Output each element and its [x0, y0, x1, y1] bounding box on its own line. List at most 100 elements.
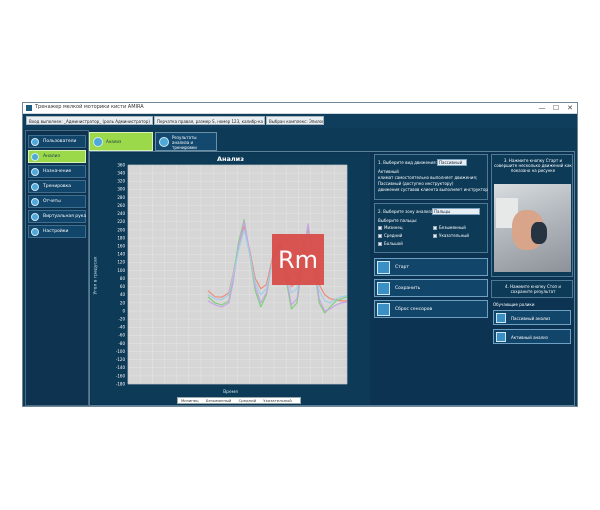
sidebar-item-assignment[interactable]: Назначение	[28, 165, 86, 178]
save-button[interactable]: Сохранить	[374, 279, 488, 297]
legend-item: Средний	[238, 398, 257, 403]
y-tick-label: -40	[118, 325, 125, 330]
y-tick-label: -60	[118, 333, 125, 338]
analysis-content: Анализ 360 340 320 300 280 260 240 220 200 180 160…	[89, 151, 575, 406]
mode-desc: климат самостоятельно выполняет движения…	[378, 175, 478, 180]
y-tick-label: -100	[116, 349, 126, 354]
sidebar-item-users[interactable]: Пользователи	[28, 135, 86, 148]
mode-title: Активный	[378, 169, 399, 174]
y-tick-label: 360	[117, 162, 125, 167]
mode-desc: движения суставов клиента выполняет инст…	[378, 187, 488, 192]
sidebar-item-analysis[interactable]: Анализ	[28, 150, 86, 163]
title-bar: Тренажер мелкой моторики кисти AMIRA — ☐…	[23, 103, 577, 114]
tab-label: Анализ	[106, 139, 122, 144]
results-icon	[159, 137, 169, 147]
button-label: Пассивный анализ	[511, 316, 551, 321]
device-info: Перчатка правая, размер S, номер 123, ка…	[154, 116, 265, 125]
mode-desc: Пассивный (доступно инструктору)	[378, 181, 454, 186]
legend-item: Мизинец	[181, 398, 199, 403]
y-tick-label: 60	[120, 284, 126, 289]
step1-label: 1. Выберите вид движения:	[378, 160, 437, 165]
sidebar: Пользователи Анализ Назначение Тренировк…	[25, 130, 89, 406]
finger-checkbox-pinky[interactable]: Мизинец	[378, 225, 403, 230]
sidebar-item-settings[interactable]: Настройки	[28, 225, 86, 238]
complex-info: Выбран комплекс: Эпилоги	[266, 116, 324, 125]
y-tick-label: 260	[117, 203, 125, 208]
info-bar: Вход выполнен: _Администратор_ (роль Адм…	[23, 114, 577, 128]
maximize-button[interactable]: ☐	[549, 103, 563, 113]
y-tick-label: -80	[118, 341, 125, 346]
finger-checkbox-thumb[interactable]: Большой	[378, 241, 403, 246]
y-tick-label: 120	[117, 260, 125, 265]
y-tick-label: 160	[117, 244, 125, 249]
analysis-zone-panel: 2. Выберите зону анализа: Пальцы Выберит…	[374, 203, 488, 253]
close-button[interactable]: ✕	[563, 103, 577, 113]
button-label: Активный анализ	[511, 335, 548, 340]
step2-label: 2. Выберите зону анализа:	[378, 209, 435, 214]
finger-checkbox-ring[interactable]: Безымянный	[433, 225, 466, 230]
settings-icon	[31, 228, 39, 236]
passive-analysis-button[interactable]: Пассивный анализ	[493, 310, 571, 325]
tab-bar: Анализ Результаты анализа и тренировки	[89, 132, 575, 151]
y-tick-label: 0	[122, 308, 125, 313]
button-label: Сброс сенсоров	[395, 307, 433, 312]
reset-sensors-button[interactable]: Сброс сенсоров	[374, 300, 488, 318]
y-tick-label: 300	[117, 187, 125, 192]
sidebar-item-reports[interactable]: Отчеты	[28, 195, 86, 208]
window-title: Тренажер мелкой моторики кисти AMIRA	[35, 104, 144, 110]
sidebar-item-virtual-hand[interactable]: Виртуальная рука	[28, 210, 86, 223]
sidebar-item-label: Тренировка	[43, 184, 71, 189]
finger-checkbox-middle[interactable]: Средний	[378, 233, 402, 238]
sidebar-item-label: Пользователи	[43, 139, 77, 144]
start-button[interactable]: Старт	[374, 258, 488, 276]
reset-icon	[377, 303, 390, 316]
y-tick-label: 240	[117, 211, 125, 216]
y-tick-label: 20	[120, 300, 126, 305]
y-tick-label: 140	[117, 252, 125, 257]
fingers-label: Выберите пальцы:	[378, 218, 418, 223]
active-analysis-button[interactable]: Активный анализ	[493, 329, 571, 344]
watermark-logo: Rm	[272, 234, 324, 285]
watermark-text: Rm	[277, 246, 319, 274]
sidebar-item-label: Анализ	[43, 154, 60, 159]
sidebar-item-label: Настройки	[43, 229, 69, 234]
sidebar-item-label: Отчеты	[43, 199, 61, 204]
sidebar-item-label: Назначение	[43, 169, 72, 174]
y-tick-label: 80	[120, 276, 126, 281]
video-icon	[496, 332, 506, 342]
button-label: Старт	[395, 265, 409, 270]
y-tick-label: -120	[116, 357, 126, 362]
stop-instruction-panel: 4. Нажмите кнопку Стоп и сохраните резул…	[491, 280, 573, 298]
app-window: Тренажер мелкой моторики кисти AMIRA — ☐…	[22, 102, 578, 407]
finger-checkbox-index[interactable]: Указательный	[433, 233, 469, 238]
motion-type-panel: 1. Выберите вид движения: Пассивный Акти…	[374, 154, 488, 200]
tab-analysis[interactable]: Анализ	[89, 132, 153, 151]
save-icon	[377, 282, 390, 295]
y-tick-label: -140	[116, 365, 126, 370]
button-label: Сохранить	[395, 286, 421, 291]
sidebar-item-training[interactable]: Тренировка	[28, 180, 86, 193]
motion-type-select[interactable]: Пассивный	[437, 159, 467, 166]
analysis-icon	[93, 137, 103, 147]
y-tick-label: 280	[117, 195, 125, 200]
assignment-icon	[31, 168, 39, 176]
step4-text: 4. Нажмите кнопку Стоп и сохраните резул…	[504, 284, 562, 294]
y-tick-label: 180	[117, 235, 125, 240]
hand-demo-image	[494, 184, 571, 272]
tab-label: Результаты анализа и тренировки	[172, 135, 197, 150]
users-icon	[31, 138, 39, 146]
y-tick-label: -180	[116, 381, 126, 386]
y-tick-label: 320	[117, 179, 125, 184]
virtual-hand-icon	[31, 213, 39, 221]
reports-icon	[31, 198, 39, 206]
play-icon	[377, 261, 390, 274]
legend-item: Безымянный	[205, 398, 232, 403]
learning-videos-label: Обучающие ролики	[493, 302, 535, 307]
legend-item: Указательный	[263, 398, 292, 403]
y-tick-label: 340	[117, 171, 125, 176]
video-icon	[496, 313, 506, 323]
tab-results[interactable]: Результаты анализа и тренировки	[155, 132, 217, 151]
analysis-zone-select[interactable]: Пальцы	[432, 208, 480, 215]
chart-panel: Анализ 360 340 320 300 280 260 240 220 200 180 160…	[91, 153, 370, 404]
minimize-button[interactable]: —	[535, 103, 549, 113]
